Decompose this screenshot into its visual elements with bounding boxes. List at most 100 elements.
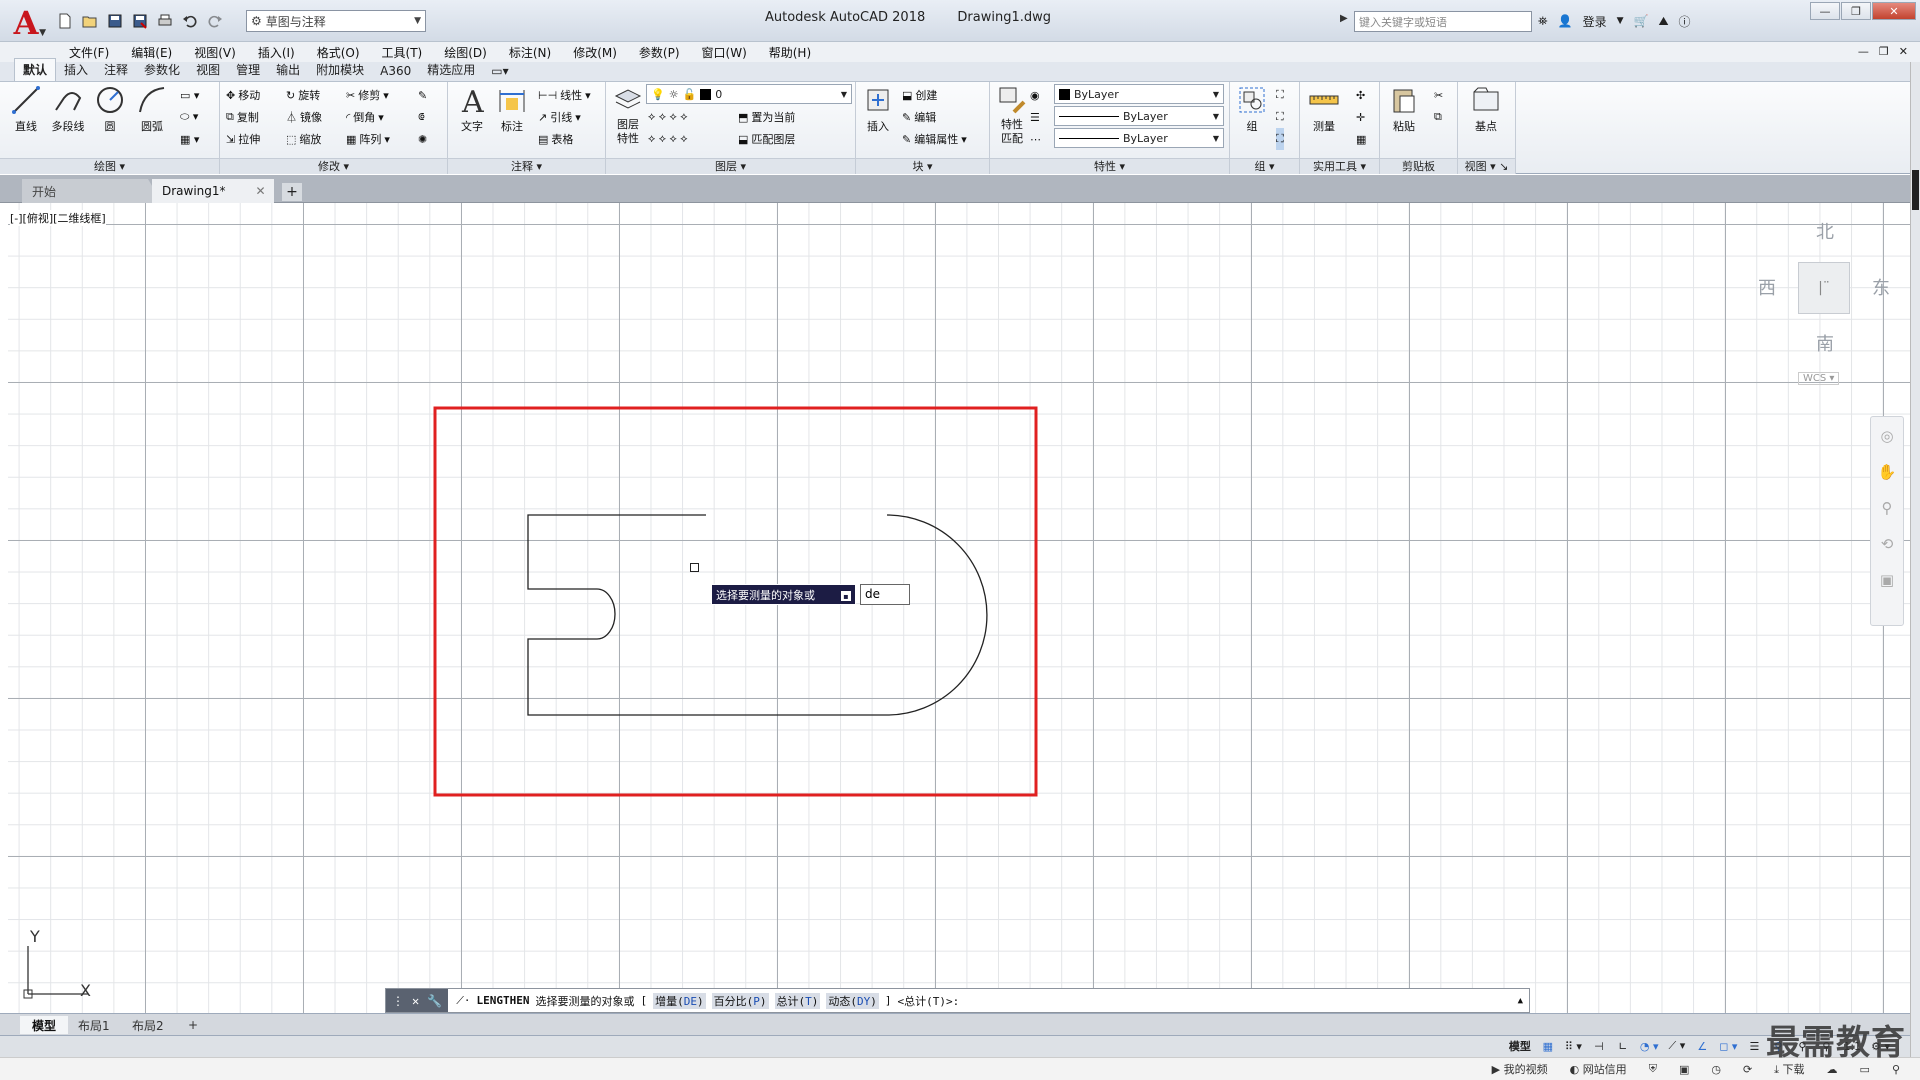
ellipse-icon[interactable]: ⬭ ▾ [180,106,198,128]
tab-drawing1[interactable]: Drawing1* ✕ [152,179,274,203]
workspace-switcher[interactable]: ⚙ 草图与注释 ▼ [246,10,426,32]
help-icon[interactable]: ⓘ [1679,13,1691,30]
menu-tools[interactable]: 工具(T) [371,44,434,61]
tab-manage[interactable]: 管理 [228,59,268,81]
user-icon[interactable]: 👤 [1558,14,1573,28]
dynamic-input-field[interactable]: de [860,584,910,605]
rectangle-icon[interactable]: ▭ ▾ [180,84,199,106]
image-icon[interactable]: ▣ [1679,1063,1689,1076]
close-tab-icon[interactable]: ✕ [256,184,266,198]
add-layout-button[interactable]: + [176,1016,210,1034]
doc-minimize-button[interactable]: — [1858,45,1869,58]
panel-modify-title[interactable]: 修改 ▾ [220,158,447,174]
linetype-icon[interactable]: ⋯ [1030,128,1041,150]
linear-button[interactable]: ⊢⊣ 线性 ▾ [538,84,591,106]
menu-draw[interactable]: 绘图(D) [433,44,498,61]
close-button[interactable]: ✕ [1872,2,1916,20]
menu-modify[interactable]: 修改(M) [562,44,628,61]
layer-properties-button[interactable]: 图层特性 [608,84,648,146]
copy-clip-icon[interactable]: ⧉ [1434,106,1442,128]
create-block-button[interactable]: ⬓ 创建 [902,84,937,106]
fillet-button[interactable]: ◜ 倒角 ▾ [346,106,384,128]
copy-button[interactable]: ⧉ 复制 [226,106,259,128]
color-dropdown[interactable]: ByLayer ▼ [1054,84,1224,104]
tab-addins[interactable]: 附加模块 [308,59,372,81]
history-icon[interactable]: ◷ [1711,1063,1721,1076]
scroll-thumb[interactable] [1912,170,1919,210]
line-button[interactable]: 直线 [6,84,46,134]
isodraft-icon[interactable]: ⟋ ▾ [1669,1039,1686,1053]
quick-select-icon[interactable]: ✣ [1356,84,1365,106]
set-current-button[interactable]: ⬒ 置为当前 [738,106,795,128]
panel-properties-title[interactable]: 特性 ▾ [990,158,1229,174]
menu-window[interactable]: 窗口(W) [691,44,758,61]
shield-icon[interactable]: ⛨ [1649,1062,1657,1076]
group-select-icon[interactable]: ⛶ [1276,128,1284,150]
panel-clipboard-title[interactable]: 剪贴板 [1380,158,1457,174]
hatch-icon[interactable]: ▦ ▾ [180,128,199,150]
showmotion-icon[interactable]: ▣ [1880,571,1894,589]
grip-icon[interactable]: ⋮ [392,994,404,1008]
chevron-down-icon[interactable]: ▼ [1617,16,1624,26]
viewcube-north[interactable]: 北 [1816,218,1834,244]
tab-start[interactable]: 开始 [22,179,162,203]
command-history-icon[interactable]: ▲ [1518,996,1523,1006]
drawn-arc[interactable] [886,514,988,716]
menu-help[interactable]: 帮助(H) [758,44,822,61]
open-icon[interactable] [79,10,101,32]
stretch-button[interactable]: ⇲ 拉伸 [226,128,260,150]
insert-block-button[interactable]: 插入 [858,84,898,134]
snap-icon[interactable]: ⠿ ▾ [1565,1040,1582,1053]
panel-view-title[interactable]: 视图 ▾ ↘ [1458,158,1515,174]
menu-file[interactable]: 文件(F) [58,44,120,61]
wcs-menu[interactable]: WCS ▾ [1798,372,1840,385]
calculator-icon[interactable]: ▦ [1356,128,1366,150]
scale-button[interactable]: ⬚ 缩放 [286,128,321,150]
help-search-input[interactable]: 键入关键字或短语 [1354,11,1532,32]
explode-icon[interactable]: ✺ [418,128,427,150]
edit-attributes-button[interactable]: ✎ 编辑属性 ▾ [902,128,967,150]
binoculars-icon[interactable]: ⛯ [1538,14,1548,29]
menu-edit[interactable]: 编辑(E) [120,44,183,61]
layer-tool-icons-row2[interactable]: ⟡ ⟡ ⟡ ⟡ [648,128,688,150]
tab-parametric[interactable]: 参数化 [136,59,188,81]
panel-layers-title[interactable]: 图层 ▾ [606,158,855,174]
dimension-button[interactable]: 标注 [492,84,532,134]
tab-insert[interactable]: 插入 [56,59,96,81]
leader-button[interactable]: ↗ 引线 ▾ [538,106,581,128]
option-percent[interactable]: 百分比(P) [711,992,769,1009]
paste-button[interactable]: 粘贴 [1384,84,1424,134]
ungroup-icon[interactable]: ⛶ [1276,84,1284,106]
move-button[interactable]: ✥ 移动 [226,84,260,106]
model-space-toggle[interactable]: 模型 [1509,1038,1531,1054]
tab-home[interactable]: 默认 [14,58,57,81]
base-button[interactable]: 基点 [1466,84,1506,134]
drawn-profile-polyline[interactable] [527,514,887,716]
panel-block-title[interactable]: 块 ▾ [856,158,989,174]
option-delta[interactable]: 增量(DE) [653,992,706,1009]
viewcube-west[interactable]: 西 [1758,274,1776,300]
tab-model[interactable]: 模型 [20,1016,69,1034]
expand-options-icon[interactable]: ▪ [841,591,851,601]
lineweight-display-icon[interactable]: ☰ [1747,1040,1761,1053]
my-video-link[interactable]: ▶ 我的视频 [1492,1061,1548,1077]
color-wheel-icon[interactable]: ◉ [1030,84,1040,106]
tab-layout2[interactable]: 布局2 [120,1016,176,1034]
doc-close-button[interactable]: ✕ [1899,45,1908,58]
viewcube-face-top[interactable]: |¨ [1798,262,1850,314]
new-tab-button[interactable]: + [282,183,302,201]
measure-button[interactable]: 测量 [1304,84,1344,134]
command-line[interactable]: ⋮ ✕ 🔧 ⟋· LENGTHEN 选择要测量的对象或 [ 增量(DE) 百分比… [385,988,1530,1013]
doc-restore-button[interactable]: ❐ [1879,45,1889,58]
cloud-icon[interactable]: ☁ [1827,1063,1838,1076]
erase-icon[interactable]: ✎ [418,84,427,106]
object-snap-tracking-icon[interactable]: ∠ [1695,1040,1709,1053]
point-icon[interactable]: ✛ [1356,106,1365,128]
lineweight-icon[interactable]: ☰ [1030,106,1040,128]
plot-icon[interactable] [154,10,176,32]
menu-format[interactable]: 格式(O) [306,44,371,61]
new-icon[interactable] [54,10,76,32]
minimize-button[interactable]: — [1810,2,1840,20]
arc-button[interactable]: 圆弧 [132,84,172,134]
object-snap-icon[interactable]: ◻ ▾ [1719,1040,1737,1053]
